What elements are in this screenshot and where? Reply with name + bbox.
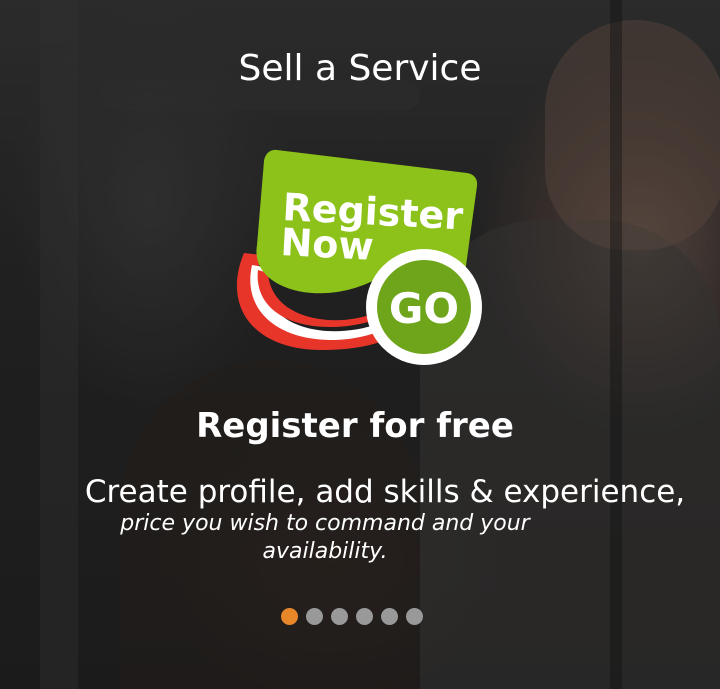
slide-description: Create profile, add skills & experience, xyxy=(84,474,686,510)
logo-text-now: Now xyxy=(280,220,375,269)
logo-go-button-text[interactable]: GO xyxy=(389,284,459,333)
carousel-dot[interactable] xyxy=(306,608,323,625)
register-now-logo[interactable]: Register Now GO xyxy=(222,145,484,369)
slide-description-sub: price you wish to command and your avail… xyxy=(120,511,530,564)
carousel-pagination xyxy=(281,608,423,626)
slide-title: Sell a Service xyxy=(238,48,482,89)
carousel-dot[interactable] xyxy=(331,608,348,625)
hero-slide: Sell a Service Register Now GO Register … xyxy=(0,0,720,689)
carousel-dot[interactable] xyxy=(406,608,423,625)
slide-subtitle: Register for free xyxy=(196,406,514,446)
carousel-dot[interactable] xyxy=(281,608,298,625)
carousel-dot[interactable] xyxy=(381,608,398,625)
carousel-dot[interactable] xyxy=(356,608,373,625)
